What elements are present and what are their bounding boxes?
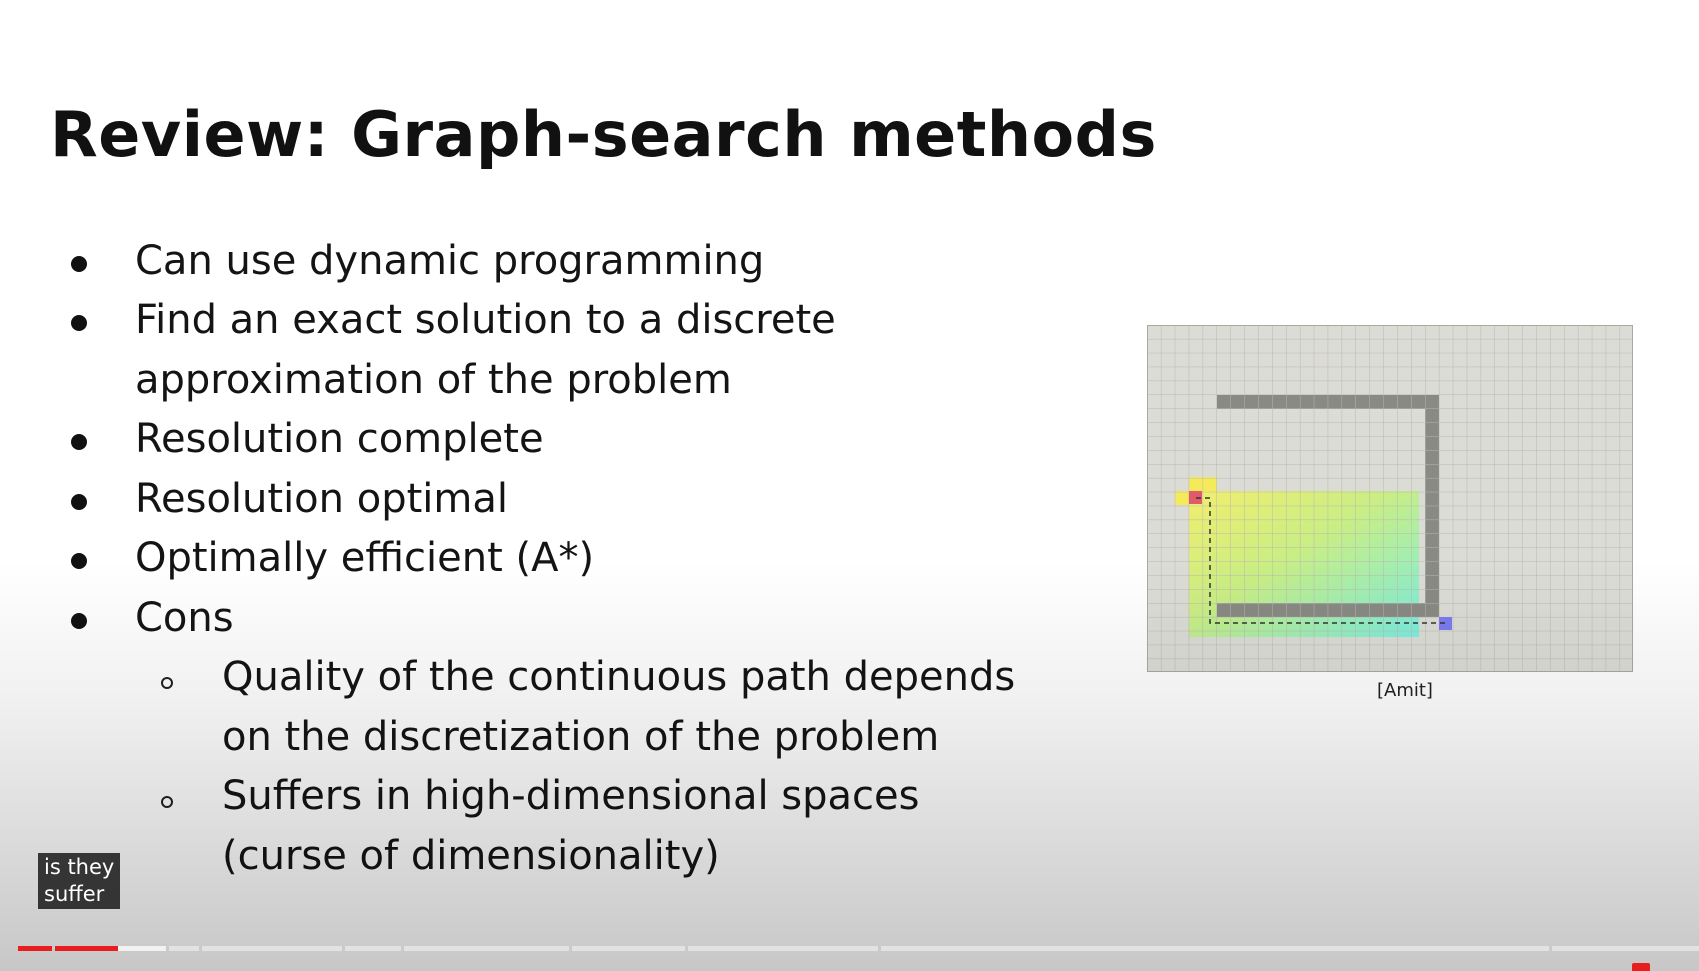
slide: Review: Graph-search methods Can use dyn… xyxy=(0,0,1699,971)
progress-chapter-segment xyxy=(202,946,342,951)
grid-lines xyxy=(1147,325,1633,672)
progress-buffered-segment xyxy=(118,946,166,951)
bullet-dot xyxy=(71,315,87,331)
progress-chapter-segment xyxy=(1552,946,1699,951)
sub-bullet-ring xyxy=(161,796,173,808)
progress-chapter-segment xyxy=(404,946,569,951)
sub-bullet-item: Suffers in high-dimensional spaces xyxy=(222,773,920,819)
progress-chapter-segment xyxy=(688,946,878,951)
progress-bar[interactable] xyxy=(18,946,1699,951)
slide-title: Review: Graph-search methods xyxy=(50,98,1157,171)
bullet-dot xyxy=(71,434,87,450)
bullet-dot xyxy=(71,494,87,510)
progress-chapter-segment xyxy=(881,946,1549,951)
sub-bullet-item: Quality of the continuous path depends xyxy=(222,654,1016,700)
bullet-item: Find an exact solution to a discrete xyxy=(135,297,836,343)
progress-chapter-segment xyxy=(169,946,199,951)
player-badge-icon xyxy=(1632,963,1650,971)
bullet-dot xyxy=(71,256,87,272)
sub-bullet-ring xyxy=(161,677,173,689)
sub-bullet-item-continuation: on the discretization of the problem xyxy=(222,714,940,760)
bullet-item: Resolution optimal xyxy=(135,476,508,522)
bullet-item: Cons xyxy=(135,595,234,641)
progress-played-segment xyxy=(18,946,52,951)
bullet-item: Optimally efficient (A*) xyxy=(135,535,595,581)
subtitle-line: suffer xyxy=(44,882,105,906)
progress-chapter-segment xyxy=(345,946,401,951)
bullet-item: Resolution complete xyxy=(135,416,544,462)
bullet-item: Can use dynamic programming xyxy=(135,238,765,284)
bullet-dot xyxy=(71,553,87,569)
subtitle-line: is they xyxy=(44,855,115,879)
bullet-item-continuation: approximation of the problem xyxy=(135,357,732,403)
subtitle-caption: is they suffer xyxy=(38,853,121,909)
figure-caption: [Amit] xyxy=(1377,680,1433,701)
grid-search-figure xyxy=(1147,325,1633,672)
progress-played-segment xyxy=(55,946,118,951)
sub-bullet-item-continuation: (curse of dimensionality) xyxy=(222,833,720,879)
progress-chapter-segment xyxy=(572,946,685,951)
bullet-dot xyxy=(71,613,87,629)
